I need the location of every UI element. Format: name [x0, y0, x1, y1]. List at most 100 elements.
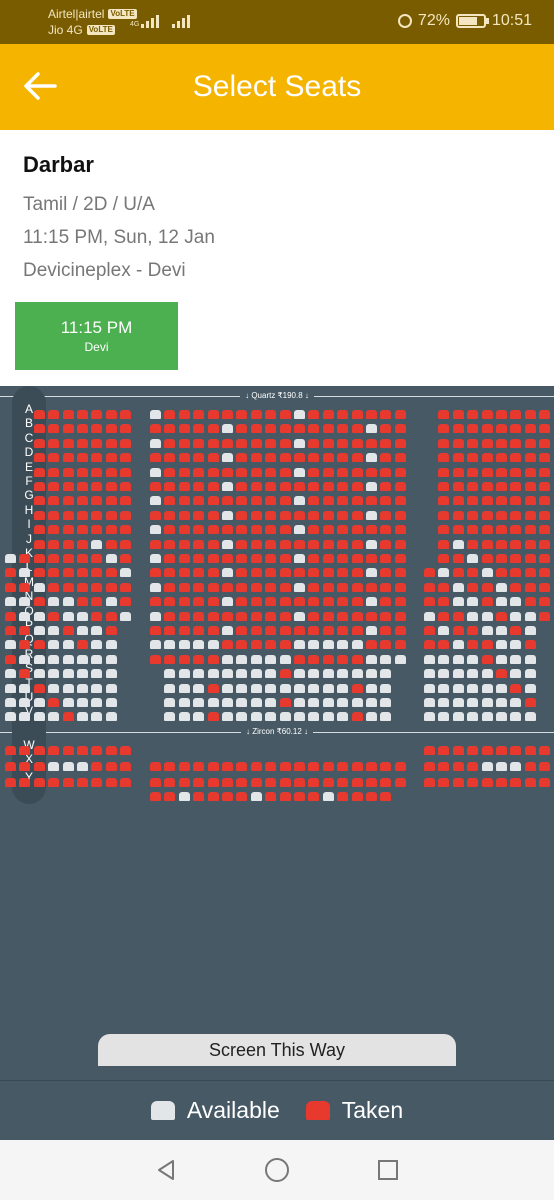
seat-available[interactable] — [481, 712, 493, 722]
seat-available[interactable] — [294, 698, 305, 707]
seat-available[interactable] — [5, 640, 16, 650]
nav-recents-button[interactable] — [368, 1150, 408, 1190]
seat-available[interactable] — [467, 669, 479, 679]
seat-available[interactable] — [48, 712, 60, 722]
seat-available[interactable] — [496, 626, 507, 635]
seat-available[interactable] — [236, 669, 248, 679]
seat-available[interactable] — [452, 698, 464, 707]
seat-available[interactable] — [351, 640, 363, 650]
seat-available[interactable] — [279, 654, 291, 664]
seat-available[interactable] — [294, 582, 305, 592]
seat-available[interactable] — [496, 712, 507, 722]
seat-available[interactable] — [150, 410, 161, 419]
seat-available[interactable] — [222, 453, 233, 463]
seat-available[interactable] — [77, 698, 88, 707]
seat-available[interactable] — [524, 611, 536, 621]
seat-available[interactable] — [120, 611, 132, 621]
seat-available[interactable] — [322, 712, 334, 722]
seat-available[interactable] — [222, 698, 233, 707]
seat-available[interactable] — [48, 669, 60, 679]
seat-available[interactable] — [308, 698, 320, 707]
seat-available[interactable] — [250, 683, 262, 693]
seat-available[interactable] — [193, 669, 205, 679]
seat-available[interactable] — [222, 712, 233, 722]
seat-available[interactable] — [48, 654, 60, 664]
seat-available[interactable] — [178, 698, 190, 707]
seat-available[interactable] — [366, 453, 377, 463]
seat-available[interactable] — [510, 698, 522, 707]
seat-available[interactable] — [438, 654, 450, 664]
seat-available[interactable] — [467, 611, 479, 621]
seat-available[interactable] — [366, 669, 377, 679]
seat-available[interactable] — [250, 654, 262, 664]
seat-available[interactable] — [294, 467, 305, 477]
seat-available[interactable] — [452, 640, 464, 650]
seat-available[interactable] — [510, 640, 522, 650]
seat-available[interactable] — [62, 654, 74, 664]
seat-available[interactable] — [279, 683, 291, 693]
seat-available[interactable] — [178, 640, 190, 650]
seat-available[interactable] — [5, 554, 16, 563]
seat-available[interactable] — [250, 669, 262, 679]
seat-available[interactable] — [164, 683, 176, 693]
seat-available[interactable] — [150, 467, 161, 477]
seat-available[interactable] — [164, 669, 176, 679]
seat-available[interactable] — [222, 669, 233, 679]
seat-available[interactable] — [294, 410, 305, 419]
seat-available[interactable] — [337, 698, 349, 707]
seat-available[interactable] — [62, 683, 74, 693]
seat-available[interactable] — [452, 669, 464, 679]
seat-available[interactable] — [452, 654, 464, 664]
seat-available[interactable] — [438, 568, 450, 578]
seat-available[interactable] — [91, 640, 103, 650]
seat-available[interactable] — [77, 626, 88, 635]
seat-available[interactable] — [150, 582, 161, 592]
seat-available[interactable] — [164, 712, 176, 722]
seat-available[interactable] — [481, 762, 493, 771]
seat-available[interactable] — [48, 626, 60, 635]
seat-available[interactable] — [467, 654, 479, 664]
seat-available[interactable] — [222, 482, 233, 491]
seat-available[interactable] — [222, 539, 233, 549]
seat-available[interactable] — [467, 597, 479, 607]
seat-available[interactable] — [438, 712, 450, 722]
seat-available[interactable] — [366, 626, 377, 635]
seat-available[interactable] — [91, 539, 103, 549]
seat-available[interactable] — [19, 597, 31, 607]
seat-available[interactable] — [150, 438, 161, 448]
seat-available[interactable] — [193, 640, 205, 650]
seat-available[interactable] — [366, 568, 377, 578]
seat-available[interactable] — [33, 626, 45, 635]
seat-available[interactable] — [178, 669, 190, 679]
seat-available[interactable] — [279, 712, 291, 722]
seat-available[interactable] — [481, 568, 493, 578]
seat-available[interactable] — [438, 626, 450, 635]
seat-available[interactable] — [77, 611, 88, 621]
seat-available[interactable] — [5, 683, 16, 693]
seat-available[interactable] — [5, 669, 16, 679]
seat-available[interactable] — [193, 712, 205, 722]
seat-available[interactable] — [236, 683, 248, 693]
nav-back-button[interactable] — [146, 1150, 186, 1190]
seat-available[interactable] — [308, 640, 320, 650]
seat-available[interactable] — [62, 597, 74, 607]
seat-available[interactable] — [48, 640, 60, 650]
seat-available[interactable] — [5, 698, 16, 707]
showtime-button[interactable]: 11:15 PM Devi — [15, 302, 178, 370]
seat-available[interactable] — [207, 669, 219, 679]
seat-available[interactable] — [337, 669, 349, 679]
seat-available[interactable] — [77, 762, 88, 771]
seat-available[interactable] — [294, 611, 305, 621]
seat-available[interactable] — [150, 554, 161, 563]
seat-available[interactable] — [366, 712, 377, 722]
seat-available[interactable] — [366, 597, 377, 607]
seat-available[interactable] — [322, 669, 334, 679]
seat-available[interactable] — [105, 698, 117, 707]
seat-available[interactable] — [510, 669, 522, 679]
seat-available[interactable] — [62, 762, 74, 771]
seat-available[interactable] — [351, 669, 363, 679]
seat-available[interactable] — [308, 669, 320, 679]
seat-available[interactable] — [452, 582, 464, 592]
seat-available[interactable] — [77, 669, 88, 679]
seat-available[interactable] — [481, 611, 493, 621]
